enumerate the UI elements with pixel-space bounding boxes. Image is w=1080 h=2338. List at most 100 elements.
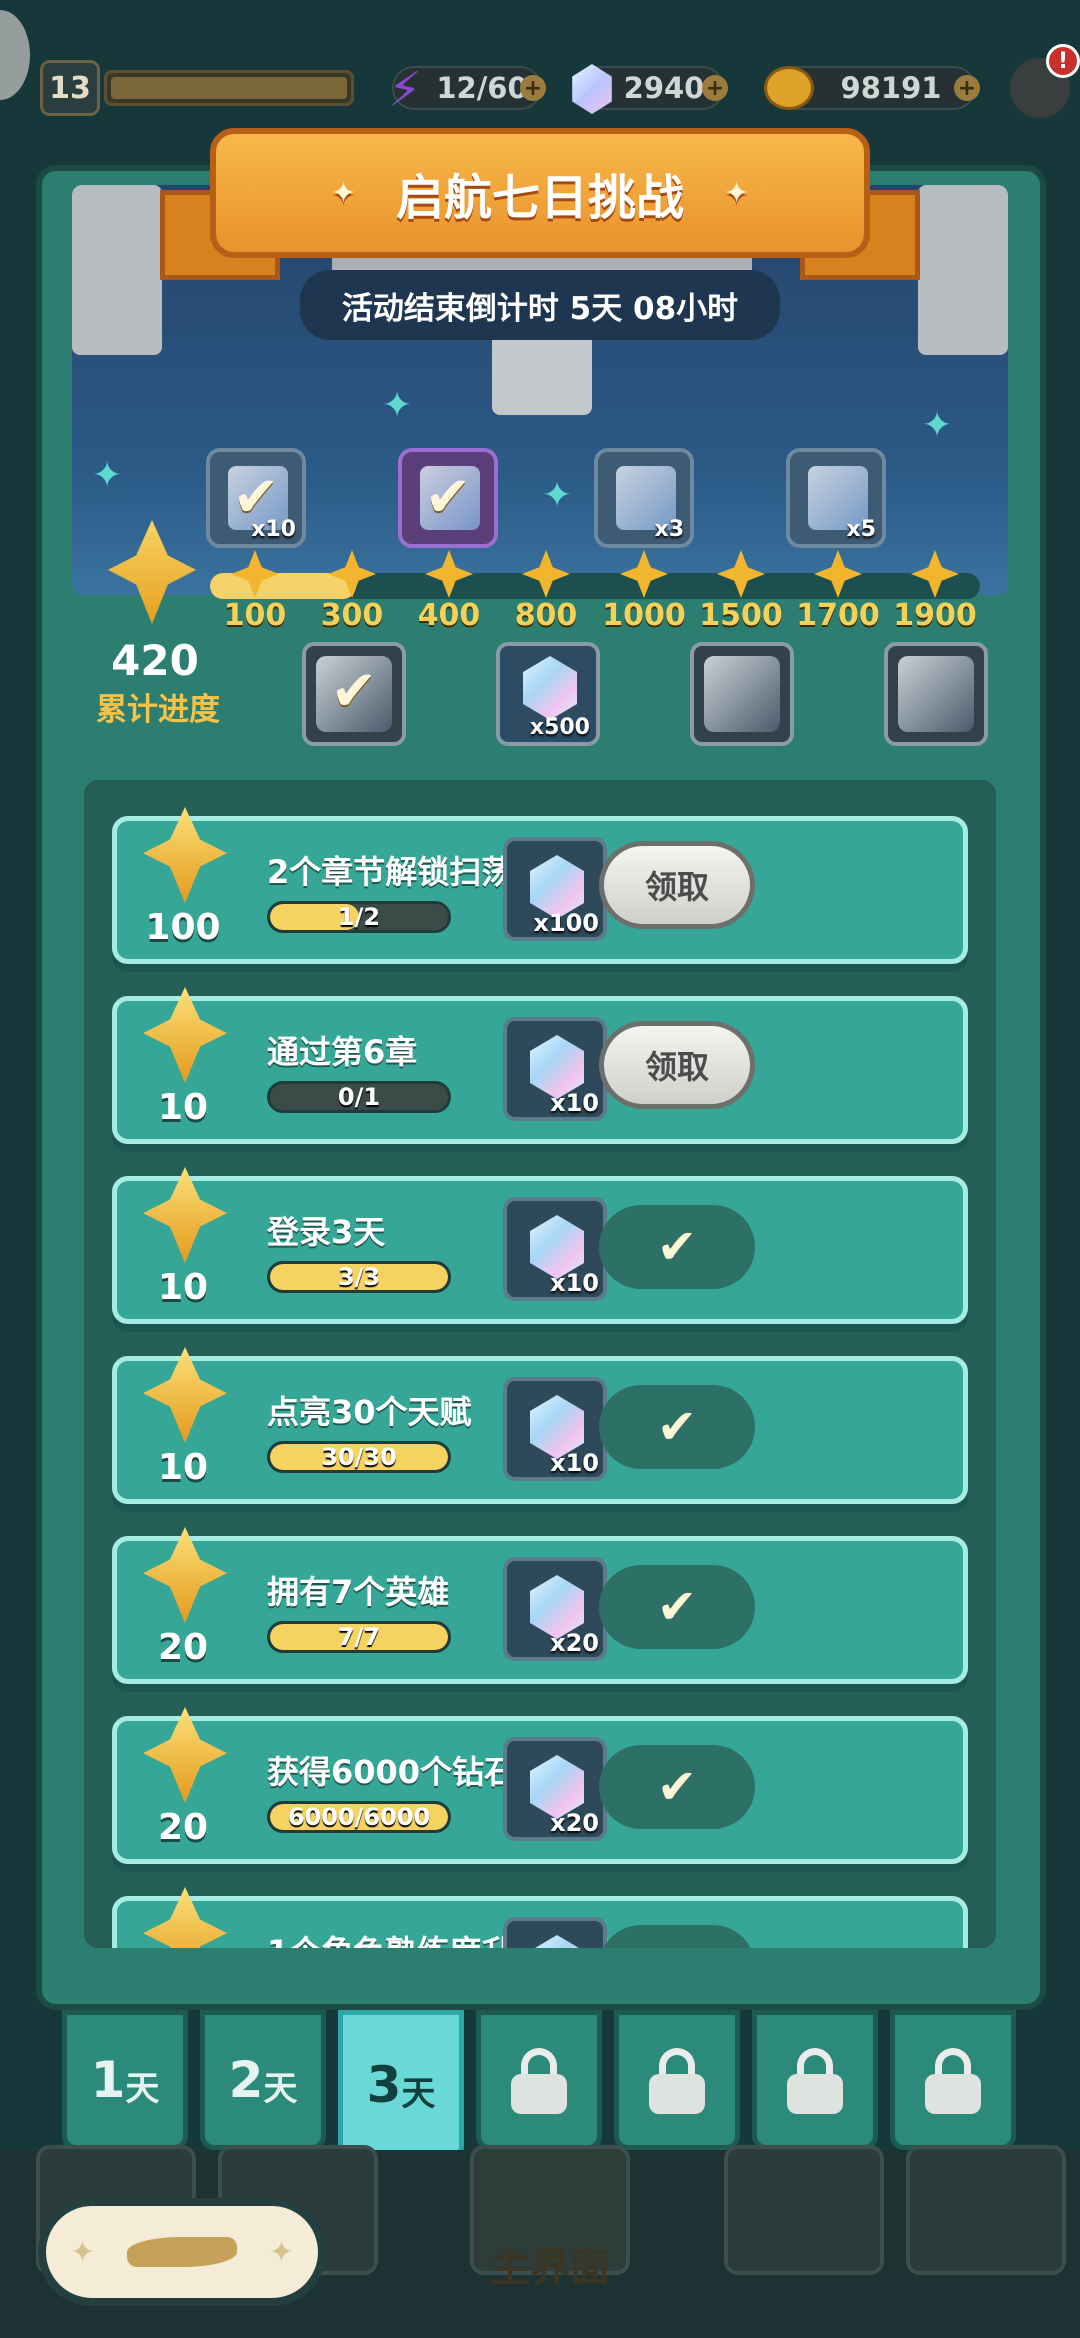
milestone-label: 400 — [417, 598, 481, 633]
task-reward[interactable]: x10 — [503, 1197, 607, 1301]
reward-multiplier: x10 — [251, 517, 296, 542]
task-title: 2个章节解锁扫荡 — [267, 853, 514, 891]
checkmark-icon: ✔ — [656, 1759, 698, 1815]
task-progress-bar: 30/30 — [267, 1441, 451, 1473]
task-reward[interactable] — [503, 1917, 607, 1948]
reward-multiplier: x10 — [550, 1269, 599, 1297]
day-tab[interactable]: 3天 — [338, 2010, 464, 2160]
add-coins-button[interactable]: + — [954, 75, 980, 101]
milestone-label: 1700 — [796, 598, 880, 633]
day-number: 1 — [90, 2051, 126, 2109]
lock-icon — [649, 2048, 705, 2114]
gem-counter[interactable]: 2940 + — [572, 64, 728, 114]
reward-multiplier: x5 — [846, 517, 877, 542]
day-tab[interactable] — [614, 2010, 740, 2150]
energy-counter[interactable]: ⚡ 12/60 + — [388, 62, 546, 118]
checkmark-icon: ✔ — [657, 1939, 697, 1948]
task-points-star-icon — [143, 1347, 227, 1443]
event-title-banner: ✦ 启航七日挑战 ✦ — [210, 128, 870, 258]
task-row: 100 2个章节解锁扫荡 1/2 x100 领取 — [112, 807, 968, 964]
sparkle-icon: ✦ — [70, 2234, 96, 2270]
completed-check: ✔ — [599, 1745, 755, 1829]
nav-slot-map[interactable] — [724, 2145, 884, 2275]
checkmark-icon: ✔ — [424, 465, 472, 530]
task-reward[interactable]: x20 — [503, 1737, 607, 1841]
day-number: 2 — [228, 2051, 264, 2109]
task-reward[interactable]: x10 — [503, 1017, 607, 1121]
claim-button[interactable]: 领取 — [599, 1021, 755, 1109]
main-screen-label: 主界面 — [490, 2245, 610, 2291]
home-button[interactable]: ✦ ✦ — [38, 2198, 326, 2306]
task-points: 100 — [145, 907, 221, 948]
top-reward-slot[interactable]: x5 — [786, 448, 886, 548]
task-points-star-icon — [143, 1707, 227, 1803]
task-points: 20 — [157, 1627, 209, 1668]
reward-multiplier: x3 — [654, 517, 685, 542]
day-tab[interactable]: 1天 — [62, 2010, 188, 2150]
milestone-reward-slot[interactable] — [884, 642, 988, 746]
top-reward-slot[interactable]: x3 — [594, 448, 694, 548]
astronaut-hero-icon — [898, 656, 974, 732]
day-unit: 天 — [401, 2073, 436, 2114]
day-tab[interactable] — [752, 2010, 878, 2150]
day-tab[interactable]: 2天 — [200, 2010, 326, 2150]
reward-multiplier: x100 — [533, 909, 599, 937]
task-row: 1个角色熟练度升到资深✔ — [112, 1887, 968, 1948]
add-gems-button[interactable]: + — [702, 75, 728, 101]
side-handle[interactable] — [0, 10, 30, 100]
task-progress-text: 1/2 — [337, 903, 381, 931]
player-level-badge[interactable]: 13 — [40, 60, 100, 116]
milestone-reward-slot[interactable]: ✔ — [302, 642, 406, 746]
task-row: 20 拥有7个英雄 7/7 x20 ✔ — [112, 1527, 968, 1684]
task-progress-text: 30/30 — [321, 1443, 397, 1471]
checkmark-icon: ✔ — [330, 659, 378, 724]
task-reward[interactable]: x100 — [503, 837, 607, 941]
coin-counter[interactable]: 98191 + — [764, 66, 980, 110]
task-title: 通过第6章 — [267, 1033, 418, 1071]
task-points: 20 — [157, 1807, 209, 1848]
nav-slot-guild[interactable] — [906, 2145, 1066, 2275]
task-title: 点亮30个天赋 — [267, 1393, 472, 1431]
checkmark-icon: ✔ — [656, 1399, 698, 1455]
task-list[interactable]: 100 2个章节解锁扫荡 1/2 x100 领取 10 通过第6章 0/1 x10 领取 10 登录3… — [84, 780, 996, 1948]
xp-bar — [104, 70, 354, 106]
lightning-icon: ⚡ — [388, 62, 422, 118]
total-progress-label: 累计进度 — [96, 692, 220, 728]
task-points-star-icon — [143, 1527, 227, 1623]
task-row: 10 通过第6章 0/1 x10 领取 — [112, 987, 968, 1144]
sparkle-icon: ✦ — [724, 175, 750, 211]
task-progress-bar: 0/1 — [267, 1081, 451, 1113]
milestone-label: 1900 — [893, 598, 977, 633]
reward-multiplier: x500 — [529, 715, 590, 740]
top-reward-slot[interactable]: ✔ — [398, 448, 498, 548]
task-progress-text: 0/1 — [337, 1083, 381, 1111]
claim-button[interactable]: 领取 — [599, 841, 755, 929]
milestone-reward-slot[interactable] — [690, 642, 794, 746]
milestone-label: 1500 — [699, 598, 783, 633]
lock-icon — [787, 2048, 843, 2114]
robot-hero-icon — [704, 656, 780, 732]
task-progress-bar: 6000/6000 — [267, 1801, 451, 1833]
completed-check: ✔ — [599, 1385, 755, 1469]
gem-icon — [572, 64, 612, 114]
sparkle-icon: ✦ — [330, 175, 356, 211]
milestone-reward-slot[interactable]: x500 — [496, 642, 600, 746]
wing-icon — [127, 2237, 237, 2267]
alert-badge: ! — [1046, 44, 1080, 78]
reward-multiplier: x10 — [550, 1449, 599, 1477]
task-reward[interactable]: x10 — [503, 1377, 607, 1481]
top-reward-slot[interactable]: ✔ x10 — [206, 448, 306, 548]
completed-check: ✔ — [599, 1565, 755, 1649]
task-points: 10 — [157, 1087, 209, 1128]
add-energy-button[interactable]: + — [520, 75, 546, 101]
task-points: 10 — [157, 1447, 209, 1488]
day-number: 3 — [366, 2056, 402, 2114]
task-points-star-icon — [143, 1887, 227, 1948]
task-row: 10 点亮30个天赋 30/30 x10 ✔ — [112, 1347, 968, 1504]
day-unit: 天 — [263, 2068, 298, 2109]
milestone-label: 100 — [223, 598, 287, 633]
milestone-label: 300 — [320, 598, 384, 633]
day-tab[interactable] — [476, 2010, 602, 2150]
day-tab[interactable] — [890, 2010, 1016, 2150]
task-reward[interactable]: x20 — [503, 1557, 607, 1661]
